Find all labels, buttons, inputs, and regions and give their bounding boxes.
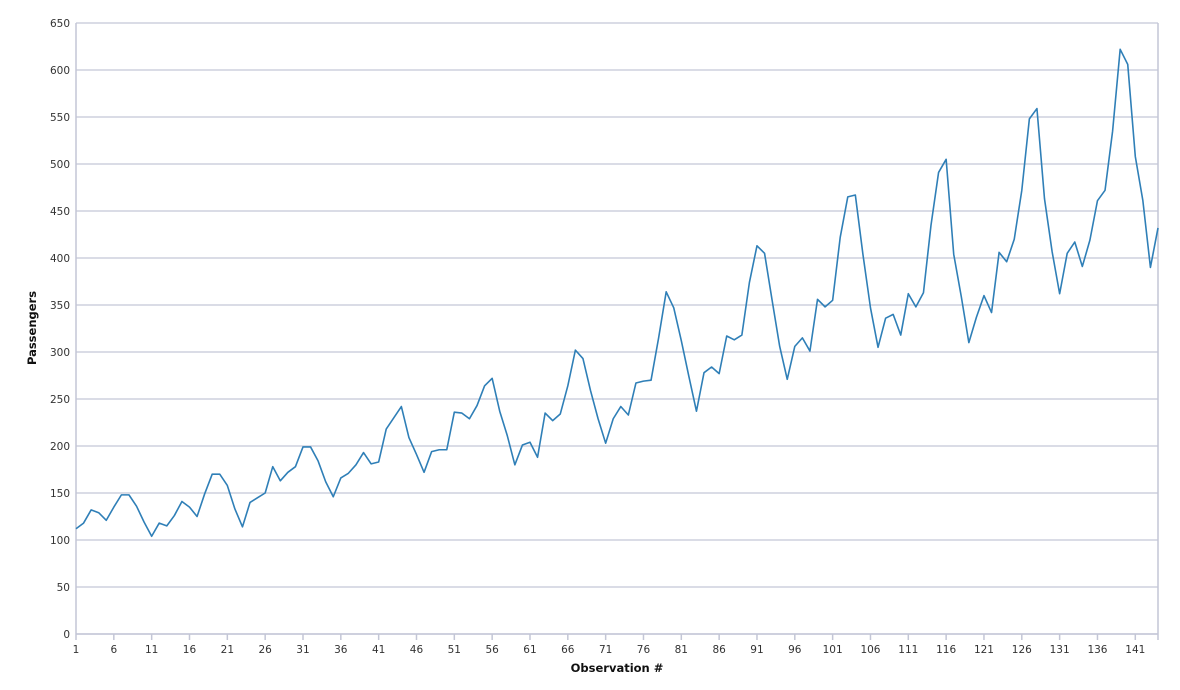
y-tick-label: 0 — [63, 629, 70, 641]
x-tick-label: 111 — [898, 644, 918, 656]
y-tick-label: 150 — [50, 488, 70, 500]
x-tick-label: 131 — [1050, 644, 1070, 656]
y-tick-label: 550 — [50, 112, 70, 124]
y-tick-label: 200 — [50, 441, 70, 453]
x-tick-label: 141 — [1125, 644, 1145, 656]
y-tick-label: 350 — [50, 300, 70, 312]
x-tick-label: 81 — [675, 644, 688, 656]
x-tick-label: 41 — [372, 644, 385, 656]
x-tick-label: 86 — [712, 644, 726, 656]
axes — [75, 23, 1159, 640]
y-tick-label: 500 — [50, 159, 70, 171]
series-layer — [75, 48, 1159, 538]
x-tick-label: 106 — [860, 644, 880, 656]
x-tick-label: 36 — [334, 644, 348, 656]
x-tick-label: 76 — [637, 644, 651, 656]
x-axis-title: Observation # — [571, 661, 664, 675]
x-tick-label: 1 — [73, 644, 80, 656]
x-tick-label: 66 — [561, 644, 575, 656]
y-tick-label: 450 — [50, 206, 70, 218]
y-tick-label: 50 — [57, 582, 70, 594]
x-tick-labels: 1 6 11 16 21 26 31 36 41 46 51 56 61 66 71 76 81 86 91 96 10… — [73, 644, 1146, 656]
y-axis-title: Passengers — [25, 291, 39, 365]
x-tick-label: 6 — [110, 644, 117, 656]
x-tick-label: 71 — [599, 644, 612, 656]
x-tick-label: 31 — [296, 644, 309, 656]
y-tick-label: 400 — [50, 253, 70, 265]
y-tick-label: 100 — [50, 535, 70, 547]
series-line-passengers — [75, 48, 1159, 538]
x-tick-label: 101 — [823, 644, 843, 656]
x-tick-label: 11 — [145, 644, 158, 656]
x-tick-label: 56 — [485, 644, 499, 656]
x-tick-label: 16 — [183, 644, 197, 656]
x-tick-label: 46 — [410, 644, 424, 656]
x-tick-label: 21 — [221, 644, 234, 656]
y-tick-label: 600 — [50, 65, 70, 77]
x-tick-label: 61 — [523, 644, 536, 656]
grid-lines — [76, 22, 1158, 635]
x-tick-label: 26 — [258, 644, 272, 656]
x-tick-label: 91 — [750, 644, 763, 656]
y-tick-label: 300 — [50, 347, 70, 359]
x-tick-label: 51 — [448, 644, 461, 656]
x-tick-label: 121 — [974, 644, 994, 656]
x-tick-label: 136 — [1087, 644, 1107, 656]
y-tick-label: 250 — [50, 394, 70, 406]
y-tick-labels: 0 50 100 150 200 250 300 350 400 450 500 550 600 650 — [50, 18, 70, 641]
x-tick-label: 126 — [1012, 644, 1032, 656]
x-tick-label: 116 — [936, 644, 956, 656]
y-tick-label: 650 — [50, 18, 70, 30]
x-tick-label: 96 — [788, 644, 802, 656]
line-chart: 050100150200250300350400450500550600650 … — [25, 18, 1159, 675]
